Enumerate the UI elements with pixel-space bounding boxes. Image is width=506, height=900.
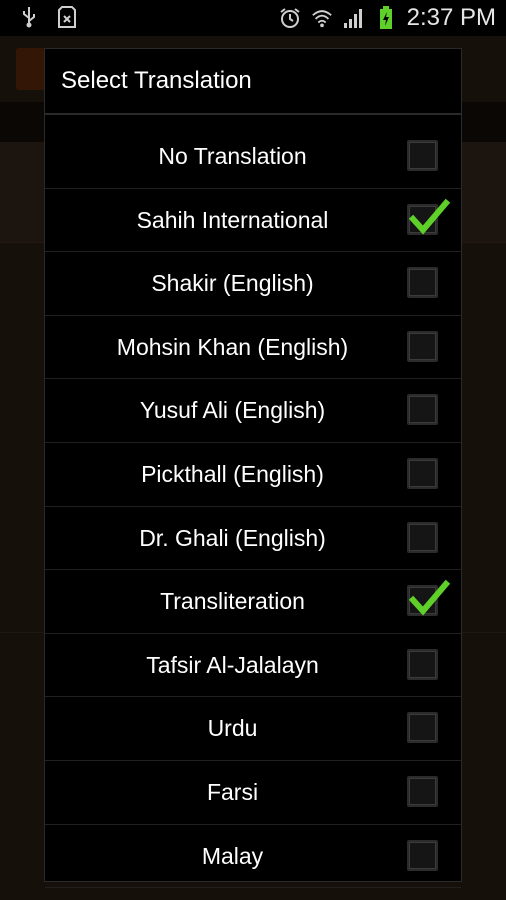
title-divider — [45, 113, 461, 115]
sd-card-icon — [56, 6, 78, 28]
translation-checkbox[interactable] — [407, 712, 438, 744]
translation-checkbox[interactable] — [407, 775, 438, 807]
clock: 2:37 PM — [406, 4, 496, 31]
translation-option-label: Pickthall (English) — [141, 460, 324, 487]
check-icon — [408, 198, 450, 235]
translation-option[interactable]: Farsi — [45, 761, 461, 825]
translation-option[interactable]: Sahih International — [45, 189, 461, 253]
translation-option-label: Mohsin Khan (English) — [116, 333, 349, 360]
translation-option[interactable]: Shakir (English) — [45, 252, 461, 316]
translation-option[interactable]: Pickthall (English) — [45, 443, 461, 507]
translation-option-label: Yusuf Ali (English) — [139, 397, 326, 424]
translation-option-label: Urdu — [207, 715, 258, 742]
translation-checkbox[interactable] — [407, 457, 438, 489]
translation-checkbox[interactable] — [407, 648, 438, 680]
translation-option[interactable]: Dr. Ghali (English) — [45, 507, 461, 571]
translation-option-label: Farsi — [206, 778, 259, 805]
alarm-icon — [279, 7, 301, 29]
translation-option-label: No Translation — [158, 143, 307, 169]
translation-checkbox[interactable] — [407, 579, 450, 617]
status-bar: 2:37 PM — [0, 0, 506, 36]
translation-option[interactable]: Malay — [45, 825, 461, 889]
translation-option-label: Sahih International — [136, 206, 329, 233]
translation-checkbox[interactable] — [407, 140, 438, 171]
translation-option-label: Malay — [201, 842, 264, 869]
dialog-title: Select Translation — [61, 67, 252, 94]
battery-charging-icon — [375, 6, 397, 29]
translation-option[interactable]: Urdu — [45, 697, 461, 761]
wifi-icon — [311, 7, 333, 29]
translation-checkbox[interactable] — [407, 394, 438, 426]
usb-icon — [18, 6, 40, 28]
translation-checkbox[interactable] — [407, 330, 438, 362]
translation-checkbox[interactable] — [407, 521, 438, 553]
check-icon — [408, 579, 450, 616]
translation-checkbox[interactable] — [407, 198, 450, 235]
signal-icon — [343, 7, 365, 29]
translation-option-label: Tafsir Al-Jalalayn — [146, 651, 319, 678]
translation-option[interactable]: Mohsin Khan (English) — [45, 316, 461, 380]
translation-option-label: Shakir (English) — [151, 270, 314, 297]
select-translation-dialog: Select Translation No Translation Sahih I… — [44, 48, 462, 889]
translation-option[interactable]: No Translation — [45, 125, 461, 189]
translation-list: No Translation Sahih International Shakir … — [45, 125, 461, 889]
translation-option[interactable]: Transliteration — [45, 570, 461, 634]
translation-checkbox[interactable] — [407, 267, 438, 299]
translation-option[interactable]: Yusuf Ali (English) — [45, 379, 461, 443]
translation-checkbox[interactable] — [407, 839, 438, 871]
translation-option-label: Dr. Ghali (English) — [139, 524, 326, 551]
translation-option-label: Transliteration — [160, 588, 305, 615]
translation-option[interactable]: Tafsir Al-Jalalayn — [45, 634, 461, 698]
